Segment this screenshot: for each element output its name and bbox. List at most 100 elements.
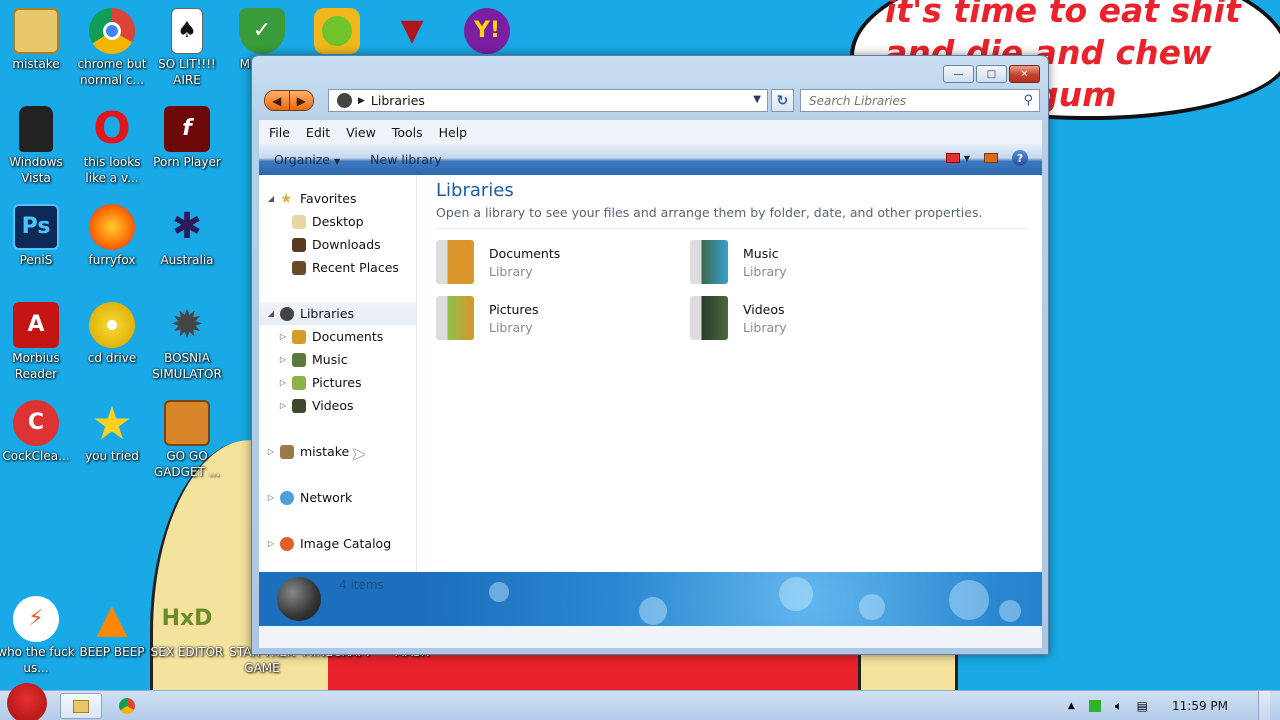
taskbar-explorer-button[interactable] bbox=[60, 693, 102, 719]
view-dropdown-icon[interactable]: ▼ bbox=[964, 154, 970, 163]
desktop-icon-windows-vista[interactable]: Windows Vista bbox=[0, 106, 75, 186]
nav-mistake[interactable]: ▷ mistake ➤ bbox=[259, 440, 416, 465]
desktop-icon-opera[interactable]: O this looks like a v... bbox=[73, 106, 151, 186]
nav-documents[interactable]: ▷ Documents bbox=[259, 325, 416, 348]
expand-arrow-icon[interactable]: ▷ bbox=[277, 332, 289, 341]
show-desktop-button[interactable] bbox=[1258, 691, 1270, 720]
nav-downloads[interactable]: Downloads bbox=[259, 233, 416, 256]
desktop-icon-label: mistake bbox=[12, 57, 60, 71]
tree-gap bbox=[259, 417, 416, 440]
libraries-main-pane: Libraries Open a library to see your fil… bbox=[436, 175, 1036, 340]
menu-edit[interactable]: Edit bbox=[298, 125, 338, 140]
desktop-icon-furryfox[interactable]: furryfox bbox=[73, 204, 151, 268]
details-pane: 4 items bbox=[259, 572, 1042, 626]
library-item-music[interactable]: Music Library bbox=[690, 237, 930, 287]
back-button[interactable]: ◀ bbox=[265, 91, 289, 110]
divider bbox=[436, 228, 1028, 229]
folder-icon bbox=[13, 8, 59, 54]
maximize-button[interactable]: □ bbox=[976, 65, 1007, 83]
refresh-button[interactable]: ↻ bbox=[771, 89, 794, 112]
expand-arrow-icon[interactable]: ▷ bbox=[265, 539, 277, 548]
menu-view[interactable]: View bbox=[338, 125, 384, 140]
taskbar: ▲ 🔈︎ ▤ 11:59 PM bbox=[0, 683, 1280, 720]
library-item-pictures[interactable]: Pictures Library bbox=[436, 293, 676, 343]
desktop-icon-who-the-fuck[interactable]: ⚡ who the fuck us... bbox=[0, 596, 75, 676]
preview-pane-icon[interactable] bbox=[984, 153, 998, 163]
firefox-icon bbox=[89, 204, 135, 250]
videos-icon bbox=[292, 398, 306, 413]
clock[interactable]: 11:59 PM bbox=[1172, 699, 1228, 713]
search-input[interactable] bbox=[809, 93, 1009, 108]
desktop-icon-yahoo[interactable]: Y! bbox=[448, 8, 526, 56]
desktop-icon-you-tried[interactable]: ★ you tried bbox=[73, 400, 151, 464]
expand-arrow-icon[interactable]: ▷ bbox=[277, 378, 289, 387]
change-view-icon[interactable] bbox=[945, 153, 960, 163]
library-item-documents[interactable]: Documents Library bbox=[436, 237, 676, 287]
menu-tools[interactable]: Tools bbox=[384, 125, 431, 140]
desktop-icon-pig[interactable] bbox=[298, 8, 376, 56]
system-tray: ▲ 🔈︎ ▤ 11:59 PM bbox=[1068, 691, 1280, 720]
favorites-star-icon: ★ bbox=[280, 190, 293, 207]
desktop-icon-cockclea[interactable]: C CockClea... bbox=[0, 400, 75, 464]
nav-recent-places[interactable]: Recent Places bbox=[259, 256, 416, 279]
new-library-button[interactable]: New library bbox=[355, 152, 456, 167]
collapse-arrow-icon[interactable]: ◢ bbox=[265, 194, 277, 203]
search-icon[interactable]: ⚲ bbox=[1023, 93, 1033, 108]
desktop-icon-cd-drive[interactable]: cd drive bbox=[73, 302, 151, 366]
breadcrumb-arrow-icon[interactable]: ▶ bbox=[358, 96, 365, 106]
desktop-icon-sex-editor[interactable]: HxD SEX EDITOR bbox=[148, 596, 226, 660]
nav-favorites[interactable]: ◢ ★ Favorites bbox=[259, 187, 416, 210]
desktop-icon-mistake[interactable]: mistake bbox=[0, 8, 75, 72]
desktop-icon-beep-beep[interactable]: ▲ BEEP BEEP bbox=[73, 596, 151, 660]
photoshop-icon: Ps bbox=[13, 204, 59, 250]
desktop-icon-morbius-reader[interactable]: A Morbius Reader bbox=[0, 302, 75, 382]
desktop-icon-australia[interactable]: ✱ Australia bbox=[148, 204, 226, 268]
network-tray-icon[interactable]: ▤ bbox=[1137, 699, 1148, 713]
library-type: Library bbox=[489, 319, 533, 335]
desktop-icon-go-go-gadget[interactable]: GO GO GADGET ... bbox=[148, 400, 226, 480]
library-item-videos[interactable]: Videos Library bbox=[690, 293, 930, 343]
explorer-window: — □ ✕ ◀ ▶ ▶ Libraries ▼ ↻ ⚲ File Edit Vi… bbox=[251, 55, 1049, 655]
cards-icon: ♠ bbox=[171, 8, 203, 54]
nav-network[interactable]: ▷ Network bbox=[259, 486, 416, 509]
menu-help[interactable]: Help bbox=[431, 125, 476, 140]
nav-label: Documents bbox=[312, 329, 384, 344]
nav-desktop[interactable]: Desktop bbox=[259, 210, 416, 233]
bokeh-decoration bbox=[779, 577, 813, 611]
desktop-icon-logo[interactable]: ▼ bbox=[373, 8, 451, 56]
nav-libraries[interactable]: ◢ Libraries bbox=[259, 302, 416, 325]
desktop-icon-so-lit[interactable]: ♠ SO LIT!!!! AIRE bbox=[148, 8, 226, 88]
show-hidden-icons-icon[interactable]: ▲ bbox=[1068, 701, 1075, 711]
minimize-button[interactable]: — bbox=[943, 65, 974, 83]
nav-image-catalog[interactable]: ▷ Image Catalog bbox=[259, 532, 416, 555]
address-text[interactable]: Libraries bbox=[371, 93, 425, 108]
taskbar-chrome-button[interactable] bbox=[106, 693, 148, 719]
desktop-icon-bosnia-simulator[interactable]: ✹ BOSNIA SIMULATOR bbox=[148, 302, 226, 382]
menu-file[interactable]: File bbox=[261, 125, 298, 140]
start-button[interactable] bbox=[4, 683, 50, 720]
expand-arrow-icon[interactable]: ▷ bbox=[277, 401, 289, 410]
expand-arrow-icon[interactable]: ▷ bbox=[265, 447, 277, 456]
nav-videos[interactable]: ▷ Videos bbox=[259, 394, 416, 417]
desktop-icon-chrome[interactable]: chrome but normal c... bbox=[73, 8, 151, 88]
volume-icon[interactable]: 🔈︎ bbox=[1115, 699, 1123, 714]
address-bar[interactable]: ▶ Libraries ▼ bbox=[328, 89, 768, 112]
libraries-orb-icon bbox=[337, 93, 352, 108]
address-dropdown-icon[interactable]: ▼ bbox=[753, 94, 761, 105]
desktop-icon-porn-player[interactable]: f Porn Player bbox=[148, 106, 226, 170]
organize-button[interactable]: Organize ▼ bbox=[259, 152, 355, 167]
expand-arrow-icon[interactable]: ▷ bbox=[277, 355, 289, 364]
nav-pictures[interactable]: ▷ Pictures bbox=[259, 371, 416, 394]
desktop-icon-penis[interactable]: Ps PeniS bbox=[0, 204, 75, 268]
nav-label: Network bbox=[300, 490, 353, 505]
nav-music[interactable]: ▷ Music bbox=[259, 348, 416, 371]
expand-arrow-icon[interactable]: ▷ bbox=[265, 493, 277, 502]
battery-icon[interactable] bbox=[1088, 700, 1101, 712]
collapse-arrow-icon[interactable]: ◢ bbox=[265, 309, 277, 318]
close-button[interactable]: ✕ bbox=[1009, 65, 1040, 83]
library-type: Library bbox=[743, 319, 787, 335]
angry-bird-icon bbox=[7, 683, 47, 720]
help-icon[interactable]: ? bbox=[1012, 150, 1028, 166]
forward-button[interactable]: ▶ bbox=[288, 91, 313, 110]
navigation-pane: ◢ ★ Favorites Desktop Downloads Recent P… bbox=[259, 175, 417, 572]
